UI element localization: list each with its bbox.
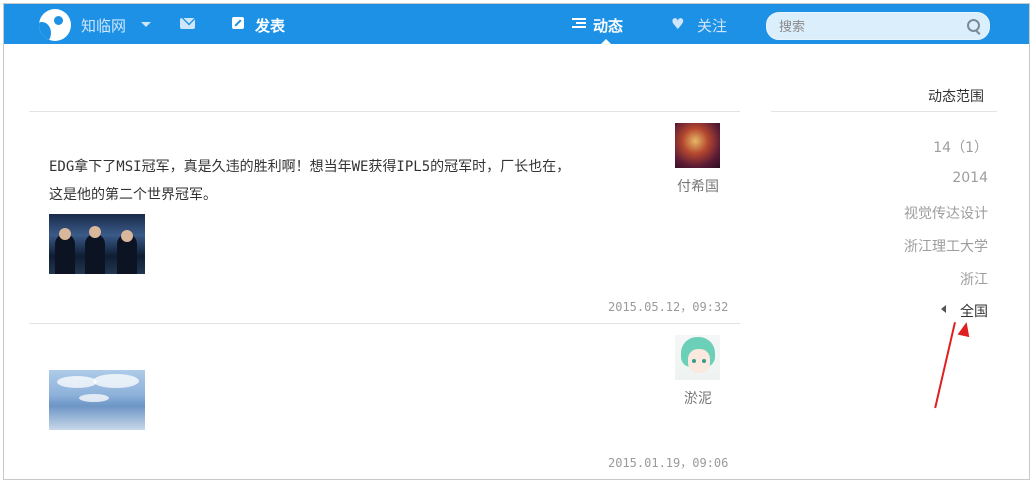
- annotation-arrowhead: [957, 320, 973, 338]
- post-image[interactable]: [49, 370, 145, 430]
- nav-follow-tab[interactable]: 关注: [697, 15, 727, 36]
- chevron-down-icon[interactable]: [141, 22, 151, 27]
- active-tab-indicator: [600, 39, 612, 45]
- author-name[interactable]: 淤泥: [668, 388, 728, 408]
- sidebar-title: 动态范围: [928, 89, 984, 105]
- avatar[interactable]: [675, 335, 720, 380]
- post-link[interactable]: 发表: [255, 15, 285, 36]
- top-navbar: 知临网 发表 动态 ♥ 关注: [4, 4, 1029, 45]
- post-timestamp: 2015.01.19，09:06: [608, 456, 729, 470]
- post-timestamp: 2015.05.12，09:32: [608, 300, 729, 314]
- scope-item-province[interactable]: 浙江: [960, 269, 988, 289]
- scope-item-national[interactable]: 全国: [960, 301, 988, 321]
- post-text-line: 这是他的第二个世界冠军。: [49, 187, 217, 203]
- search-box: [766, 12, 990, 40]
- sidebar-divider: [771, 111, 997, 112]
- scope-item-grade[interactable]: 2014: [952, 170, 988, 186]
- avatar[interactable]: [675, 123, 720, 168]
- logo-icon[interactable]: [39, 9, 71, 41]
- scope-item-major[interactable]: 视觉传达设计: [904, 203, 988, 223]
- post-text-line: EDG拿下了MSI冠军，真是久违的胜利啊！想当年WE获得IPL5的冠军时，厂长也…: [49, 159, 571, 175]
- brand-name[interactable]: 知临网: [81, 15, 126, 36]
- feed-divider: [29, 323, 740, 324]
- heart-icon[interactable]: ♥: [671, 17, 684, 32]
- list-icon: [572, 18, 586, 30]
- app-frame: 知临网 发表 动态 ♥ 关注 EDG拿下了MSI冠军，真是久违的胜利啊！想当年W…: [3, 3, 1030, 480]
- post-text: EDG拿下了MSI冠军，真是久违的胜利啊！想当年WE获得IPL5的冠军时，厂长也…: [49, 153, 639, 209]
- feed-divider: [29, 111, 740, 112]
- author-name[interactable]: 付希国: [668, 176, 728, 196]
- scope-item-class[interactable]: 14（1）: [933, 137, 988, 157]
- annotation-arrow: [934, 322, 956, 409]
- post-image[interactable]: [49, 214, 145, 274]
- search-icon[interactable]: [967, 19, 980, 32]
- edit-icon[interactable]: [232, 17, 244, 29]
- scope-item-university[interactable]: 浙江理工大学: [904, 236, 988, 256]
- mail-icon[interactable]: [180, 18, 195, 29]
- search-input[interactable]: [777, 17, 961, 37]
- nav-dynamic-tab[interactable]: 动态: [593, 15, 623, 36]
- caret-left-icon: [941, 305, 946, 313]
